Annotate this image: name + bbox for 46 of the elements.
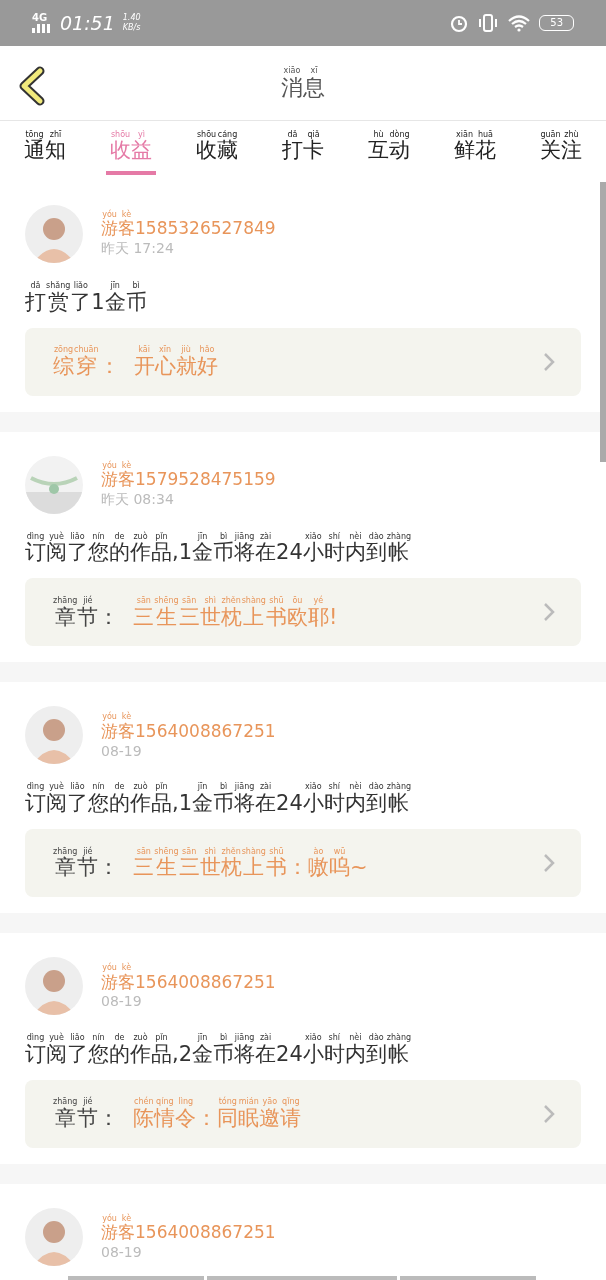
chevron-icon <box>543 1103 555 1124</box>
wifi-icon <box>507 14 532 32</box>
battery-level: 53 <box>539 15 574 31</box>
user-name: yóu 游 kè 客1579528475159 <box>101 460 276 489</box>
message-text: dìng 订 yuè 阅 liǎo 了 nín 您 de 的 zuò 作 pǐn 品,1 jīn 金 bì 币 jiāng 将 zài 在24 xiǎo 小 shí 时 nèi 内 dào 到 zhàng 帐 <box>25 531 413 565</box>
tab[interactable]: shōu 收 cáng 藏 <box>192 127 242 175</box>
tab[interactable]: guān 关 zhù 注 <box>536 127 586 175</box>
user-name: yóu 游 kè 客1564008867251 <box>101 1213 276 1242</box>
link-title: chén 陈 qíng 情 lìng 令： tóng 同 mián 眠 yāo 邀 qǐng 请 <box>133 1097 303 1131</box>
message-time: 08-19 <box>101 1243 143 1260</box>
link-title: sān 三 shēng 生 sān 三 shì 世 zhěn 枕 shàng 上 shū 书： ào 嗷 wū 呜~ <box>133 846 369 880</box>
scrollbar[interactable] <box>600 182 606 462</box>
signal-icon <box>32 23 52 33</box>
network-speed: 1.40 <box>122 13 141 23</box>
tab[interactable]: hù 互 dòng 动 <box>364 127 414 175</box>
chevron-icon <box>543 602 555 623</box>
message-text: dìng 订 yuè 阅 liǎo 了 nín 您 de 的 zuò 作 pǐn 品,1 jīn 金 bì 币 jiāng 将 zài 在24 xiǎo 小 shí 时 nèi 内 dào 到 zhàng 帐 <box>25 782 413 816</box>
message-time: 08-19 <box>101 993 143 1010</box>
network-type: 4G <box>32 13 48 23</box>
message-time: 昨天 17:24 <box>101 240 175 259</box>
work-link[interactable]: zhāng 章 jié 节： chén 陈 qíng 情 lìng 令： tóng 同 mián 眠 yāo 邀 qǐng 请 <box>25 1079 581 1148</box>
link-label: zhāng 章 jié 节： <box>53 1097 120 1131</box>
speed-unit: KB/s <box>122 23 141 33</box>
link-title: sān 三 shēng 生 sān 三 shì 世 zhěn 枕 shàng 上 shū 书 ōu 欧 yé 耶! <box>133 596 339 629</box>
chevron-icon <box>543 853 555 874</box>
message-text: dǎ 打 shǎng 赏 liǎo 了 1 jīn 金 bì 币 <box>25 281 148 314</box>
work-link[interactable]: zhāng 章 jié 节： sān 三 shēng 生 sān 三 shì 世 zhěn 枕 shàng 上 shū 书： ào 嗷 wū 呜~ <box>25 829 581 898</box>
link-label: zhāng 章 jié 节： <box>53 846 120 880</box>
link-label: zhāng 章 jié 节： <box>53 596 120 629</box>
clock: 01:51 <box>60 12 115 34</box>
user-name: yóu 游 kè 客1564008867251 <box>101 712 276 741</box>
user-name: yóu 游 kè 客1564008867251 <box>101 962 276 992</box>
vibrate-icon <box>477 13 500 33</box>
chevron-icon <box>543 351 555 372</box>
tab[interactable]: tōng 通 zhī 知 <box>20 127 70 175</box>
page-title: xiāo 消 xī 息 <box>281 66 325 100</box>
work-link[interactable]: zhāng 章 jié 节： sān 三 shēng 生 sān 三 shì 世 zhěn 枕 shàng 上 shū 书 ōu 欧 yé 耶! <box>25 578 581 647</box>
message-time: 昨天 08:34 <box>101 490 175 509</box>
message-time: 08-19 <box>101 742 143 759</box>
link-title: kāi 开 xīn 心 jiù 就 hǎo 好 <box>133 345 219 379</box>
tab[interactable]: xiān 鲜 huā 花 <box>450 127 500 175</box>
tab[interactable]: dǎ 打 qiǎ 卡 <box>278 127 328 175</box>
message-text: dìng 订 yuè 阅 liǎo 了 nín 您 de 的 zuò 作 pǐn 品,2 jīn 金 bì 币 jiāng 将 zài 在24 xiǎo 小 shí 时 nèi 内 dào 到 zhàng 帐 <box>25 1033 413 1066</box>
user-name: yóu 游 kè 客1585326527849 <box>101 209 276 239</box>
link-label: zōng 综 chuān 穿： <box>53 345 120 379</box>
alarm-icon <box>449 13 470 33</box>
